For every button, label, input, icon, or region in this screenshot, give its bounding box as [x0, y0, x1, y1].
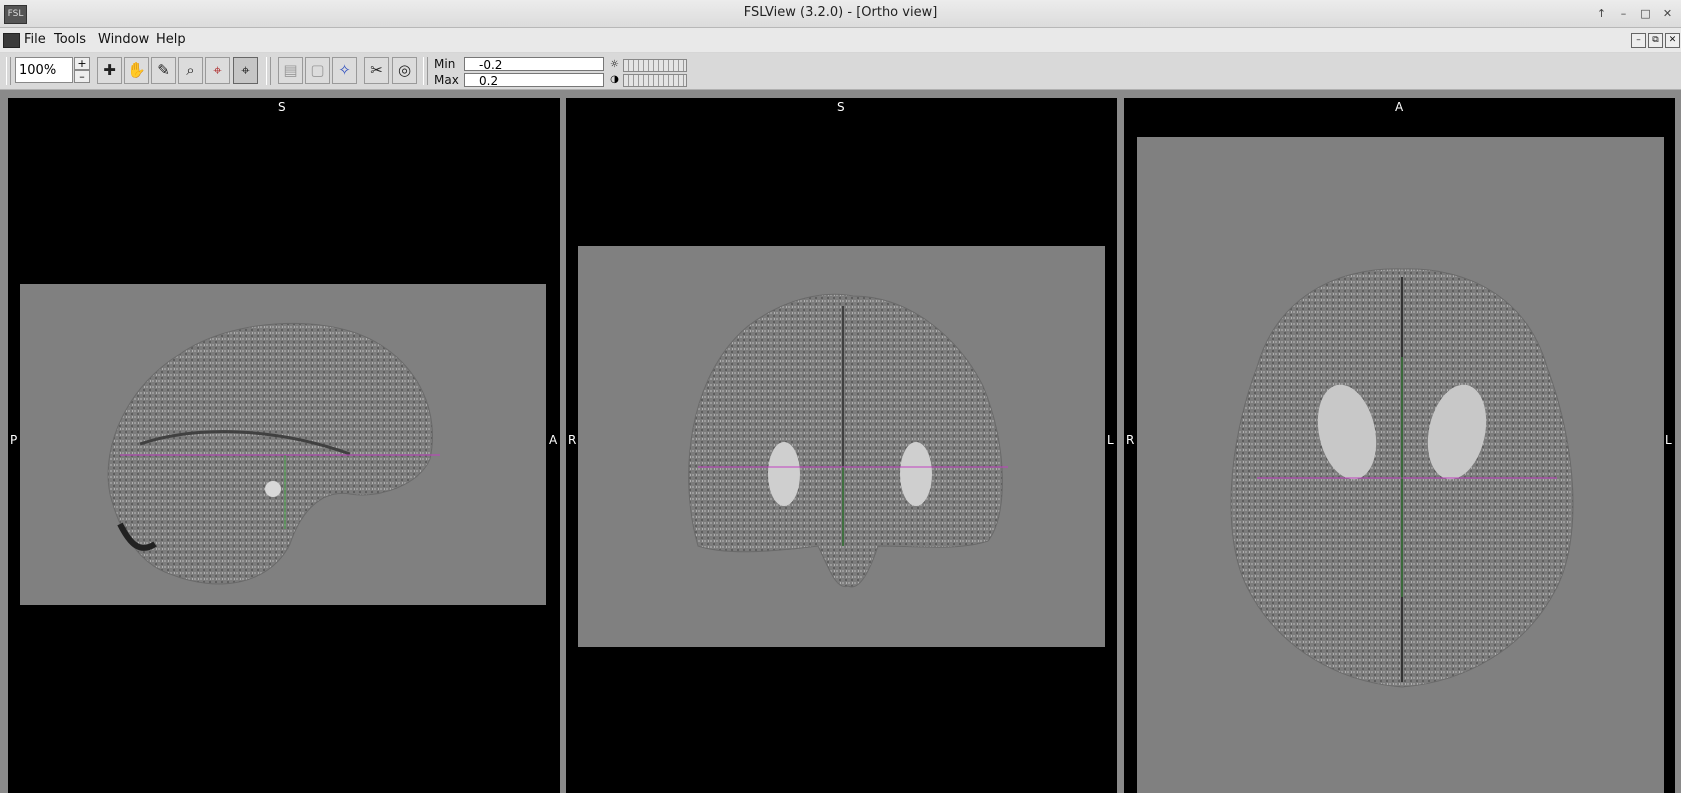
orientation-label-right: L — [1665, 433, 1672, 447]
orientation-label-left: R — [1126, 433, 1135, 447]
max-label: Max — [434, 73, 459, 87]
pen-tool-button[interactable]: ✎ — [151, 57, 176, 84]
contrast-slider[interactable] — [623, 74, 687, 87]
orientation-label-top: S — [837, 100, 845, 114]
axial-view[interactable]: A R L — [1124, 98, 1675, 793]
sagittal-brain-image — [107, 322, 440, 585]
menu-tools[interactable]: Tools — [54, 32, 86, 47]
brightness-icon: ☼ — [610, 59, 619, 70]
orientation-label-top: A — [1395, 100, 1404, 114]
window-minimize-button[interactable]: – — [1616, 6, 1631, 21]
pan-tool-button[interactable]: ✋ — [124, 57, 149, 84]
axial-slice-image[interactable] — [1137, 137, 1664, 793]
window-title: FSLView (3.2.0) - [Ortho view] — [743, 5, 938, 20]
toolbar-grip[interactable] — [266, 57, 271, 85]
mdi-close-button[interactable]: ✕ — [1665, 33, 1680, 48]
orientation-label-right: A — [549, 433, 558, 447]
fill-tool-button[interactable]: ▢ — [305, 57, 330, 84]
toolbar: 100% + – ✚ ✋ ✎ ⌕ ⌖ ⌖ ▤ ▢ ✧ ✂ ◎ Min -0.2 … — [0, 53, 1681, 90]
max-value-field[interactable]: 0.2 — [464, 73, 604, 88]
contrast-icon: ◑ — [610, 74, 619, 85]
min-label: Min — [434, 57, 456, 71]
orientation-label-left: P — [10, 433, 18, 447]
title-bar: FSL FSLView (3.2.0) - [Ortho view] ↑ – □… — [0, 0, 1681, 28]
mask-tool-button[interactable]: ▤ — [278, 57, 303, 84]
menu-help[interactable]: Help — [156, 32, 186, 47]
menu-bar: File Tools Window Help – ⧉ ✕ — [0, 28, 1681, 52]
binoculars-tool-button[interactable]: ◎ — [392, 57, 417, 84]
coronal-slice-image[interactable] — [578, 246, 1105, 647]
axial-brain-image — [1230, 268, 1574, 688]
sagittal-view[interactable]: S P A — [8, 98, 560, 793]
cut-tool-button[interactable]: ✂ — [364, 57, 389, 84]
cursor-tool-button[interactable]: ✚ — [97, 57, 122, 84]
coronal-brain-image — [688, 293, 1008, 588]
zoom-input[interactable]: 100% — [15, 57, 73, 83]
menu-window[interactable]: Window — [98, 32, 149, 47]
zoom-out-tool-button[interactable]: ⌖ — [205, 57, 230, 84]
window-maximize-button[interactable]: □ — [1638, 6, 1653, 21]
zoom-increase-button[interactable]: + — [74, 57, 90, 70]
mdi-minimize-button[interactable]: – — [1631, 33, 1646, 48]
toolbar-grip[interactable] — [6, 57, 11, 85]
zoom-in-tool-button[interactable]: ⌕ — [178, 57, 203, 84]
orientation-label-left: R — [568, 433, 577, 447]
orientation-label-top: S — [278, 100, 286, 114]
orientation-label-right: L — [1107, 433, 1114, 447]
document-icon[interactable] — [3, 33, 20, 48]
cluster-tool-button[interactable]: ✧ — [332, 57, 357, 84]
window-shade-button[interactable]: ↑ — [1594, 6, 1609, 21]
crosshair-tool-button[interactable]: ⌖ — [233, 57, 258, 84]
sagittal-slice-image[interactable] — [20, 284, 546, 605]
zoom-decrease-button[interactable]: – — [74, 70, 90, 83]
mdi-restore-button[interactable]: ⧉ — [1648, 33, 1663, 48]
menu-file[interactable]: File — [24, 32, 46, 47]
window-close-button[interactable]: ✕ — [1660, 6, 1675, 21]
brightness-slider[interactable] — [623, 59, 687, 72]
toolbar-grip[interactable] — [423, 57, 428, 85]
min-value-field[interactable]: -0.2 — [464, 57, 604, 72]
ortho-view-area: S P A S R L A R L — [0, 90, 1681, 793]
display-range-panel: Min -0.2 ☼ Max 0.2 ◑ — [430, 55, 688, 88]
coronal-view[interactable]: S R L — [566, 98, 1117, 793]
